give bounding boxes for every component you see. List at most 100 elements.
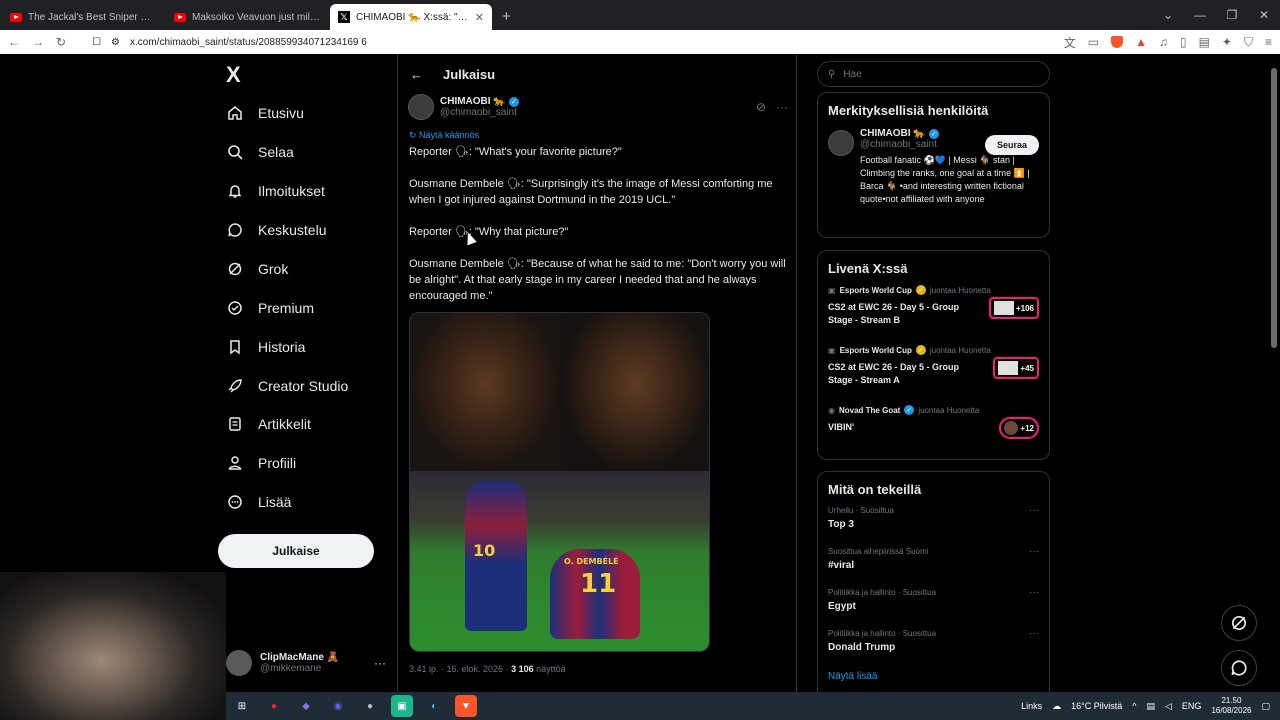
tab-list-icon[interactable]: ⌄ <box>1152 8 1184 22</box>
clock[interactable]: 21.50 16/08/2026 <box>1211 696 1251 716</box>
nav-more[interactable]: Lisää <box>226 493 291 511</box>
account-switcher[interactable]: ClipMacMane 🧸 @mikkemane ··· <box>226 646 386 680</box>
author-text: CHIMAOBI 🐆 ✓ @chimaobi_saint <box>440 96 519 118</box>
trend-item[interactable]: Politiikka ja hallinto · Suosittua Donal… <box>818 626 1049 667</box>
scrollbar-thumb[interactable] <box>1271 68 1277 348</box>
new-tab-button[interactable]: + <box>492 8 521 30</box>
notifications-icon[interactable]: ▢ <box>1261 701 1270 712</box>
more-icon[interactable]: ··· <box>1029 628 1039 639</box>
youtube-icon <box>10 12 22 22</box>
portrait-right <box>561 313 709 471</box>
live-listeners-badge: +45 <box>993 357 1039 379</box>
search-input[interactable]: ⚲ Hae <box>817 61 1050 87</box>
nav-creator-studio[interactable]: Creator Studio <box>226 377 348 395</box>
close-tab-icon[interactable]: ✕ <box>475 11 484 24</box>
verified-icon: ✓ <box>904 405 915 415</box>
right-sidebar: ⚲ Hae Merkityksellisiä henkilöitä CHIMAO… <box>817 54 1051 701</box>
author-name-row[interactable]: CHIMAOBI 🐆 ✓ <box>440 96 519 107</box>
trend-item[interactable]: Urheilu · Suosittua Top 3 ··· <box>818 503 1049 544</box>
url-field[interactable]: ☐ ⚙ x.com/chimaobi_saint/status/20885993… <box>92 37 1052 48</box>
card-title: Merkityksellisiä henkilöitä <box>828 103 989 118</box>
more-icon[interactable]: ··· <box>1029 546 1039 557</box>
person-name: CHIMAOBI 🐆 <box>860 128 926 139</box>
card-title: Mitä on tekeillä <box>828 482 922 497</box>
cast-icon[interactable]: ▭ <box>1088 35 1099 49</box>
close-window-icon[interactable]: ✕ <box>1248 8 1280 22</box>
language-indicator[interactable]: ENG <box>1182 701 1202 711</box>
author-handle: @chimaobi_saint <box>440 107 517 118</box>
messages-fab-button[interactable] <box>1221 650 1257 686</box>
app-icon[interactable]: ▣ <box>391 695 413 717</box>
tweet-media[interactable]: 10 O. DEMBÉLÉ 11 <box>409 312 710 652</box>
edge-icon[interactable]: ◐ <box>423 695 445 717</box>
nav-profile[interactable]: Profiili <box>226 454 296 472</box>
app-icon[interactable]: ◆ <box>295 695 317 717</box>
nav-articles[interactable]: Artikkelit <box>226 415 311 433</box>
chat-icon <box>1231 660 1247 676</box>
links-toolbar[interactable]: Links <box>1021 701 1042 711</box>
webcam-overlay <box>0 572 226 720</box>
follow-button[interactable]: Seuraa <box>985 135 1039 155</box>
trend-item[interactable]: Suosittua aihepiirissä Suomi #viral ··· <box>818 544 1049 585</box>
discord-icon[interactable]: ◉ <box>327 695 349 717</box>
nav-home[interactable]: Etusivu <box>226 104 304 122</box>
task-view-icon[interactable]: ⊞ <box>231 695 253 717</box>
translate-icon[interactable]: 文 <box>1064 34 1076 51</box>
opera-icon[interactable]: ● <box>263 695 285 717</box>
menu-icon[interactable]: ≡ <box>1265 35 1272 49</box>
live-item[interactable]: ◉ Novad The Goat ✓ juontaa Huonetta VIBIN' … <box>818 402 1049 462</box>
tray-chevron-icon[interactable]: ^ <box>1132 701 1136 711</box>
listener-count: +12 <box>1020 423 1034 433</box>
app-icon[interactable]: ● <box>359 695 381 717</box>
reload-icon[interactable]: ↻ <box>56 35 66 49</box>
media-icon[interactable]: ♫ <box>1159 35 1168 49</box>
x-logo[interactable]: X <box>226 62 241 88</box>
grok-fab-button[interactable] <box>1221 605 1257 641</box>
dembele-number: 11 <box>580 569 617 599</box>
network-icon[interactable]: ▤ <box>1146 701 1155 712</box>
browser-tab-active[interactable]: 𝕏 CHIMAOBI 🐆 X:ssä: "Reporter 🗣 ✕ <box>330 4 492 30</box>
post-button[interactable]: Julkaise <box>218 534 374 568</box>
more-icon[interactable]: ··· <box>374 656 386 670</box>
bookmark-page-icon[interactable]: ☐ <box>92 37 101 48</box>
nav-messages[interactable]: Keskustelu <box>226 221 326 239</box>
nav-notifications[interactable]: Ilmoitukset <box>226 182 325 200</box>
window-controls: ⌄ — ❐ ✕ <box>1152 0 1280 30</box>
brave-icon[interactable]: ▼ <box>455 695 477 717</box>
tweet-line: Ousmane Dembele 🗣: "Because of what he s… <box>409 258 786 302</box>
minimize-icon[interactable]: — <box>1184 8 1216 22</box>
post-time: 3.41 ip. · 16. elok. 2026 · <box>409 664 512 674</box>
page-scrollbar[interactable] <box>1270 58 1278 688</box>
wallet-icon[interactable]: ▤ <box>1199 35 1210 49</box>
brave-shield-icon[interactable] <box>1111 36 1124 48</box>
extensions-icon[interactable]: ✦ <box>1222 35 1232 49</box>
nav-bookmarks[interactable]: Historia <box>226 338 305 356</box>
live-item[interactable]: ▣ Esports World Cup ✓ juontaa Huonetta CS2 … <box>818 342 1049 402</box>
sidebar-icon[interactable]: ▯ <box>1180 35 1187 49</box>
weather-text[interactable]: 16°C Pilvistä <box>1071 701 1122 711</box>
show-more-link[interactable]: Näytä lisää <box>818 667 1049 686</box>
back-arrow-icon[interactable]: ← <box>410 67 423 82</box>
live-item[interactable]: ▣ Esports World Cup ✓ juontaa Huonetta CS2 … <box>818 282 1049 342</box>
author-avatar[interactable] <box>408 94 434 120</box>
listener-thumb <box>1004 421 1019 435</box>
browser-tab-strip: The Jackal's Best Sniper Kills | The Da … <box>0 0 1280 30</box>
nav-grok[interactable]: Grok <box>226 260 288 278</box>
grok-explain-icon[interactable]: ⊘ <box>756 100 766 114</box>
browser-tab[interactable]: Maksoiko Veavuon just miljoonan vi <box>166 4 328 30</box>
more-icon[interactable]: ··· <box>1029 587 1039 598</box>
trend-item[interactable]: Politiikka ja hallinto · Suosittua Egypt… <box>818 585 1049 626</box>
vpn-icon[interactable]: ⛉ <box>1244 35 1253 50</box>
site-info-icon[interactable]: ⚙ <box>111 37 120 48</box>
nav-premium[interactable]: Premium <box>226 299 314 317</box>
nav-explore[interactable]: Selaa <box>226 143 294 161</box>
translate-link[interactable]: ↻ Näytä käännös <box>409 130 479 141</box>
volume-icon[interactable]: ◁ <box>1165 701 1172 712</box>
restore-icon[interactable]: ❐ <box>1216 8 1248 22</box>
more-icon[interactable]: ··· <box>1029 505 1039 516</box>
brave-rewards-icon[interactable]: ▲ <box>1135 35 1147 49</box>
forward-icon[interactable]: → <box>32 35 44 49</box>
more-options-icon[interactable]: ··· <box>776 100 788 114</box>
back-icon[interactable]: ← <box>8 35 20 49</box>
browser-tab[interactable]: The Jackal's Best Sniper Kills | The Da <box>2 4 164 30</box>
